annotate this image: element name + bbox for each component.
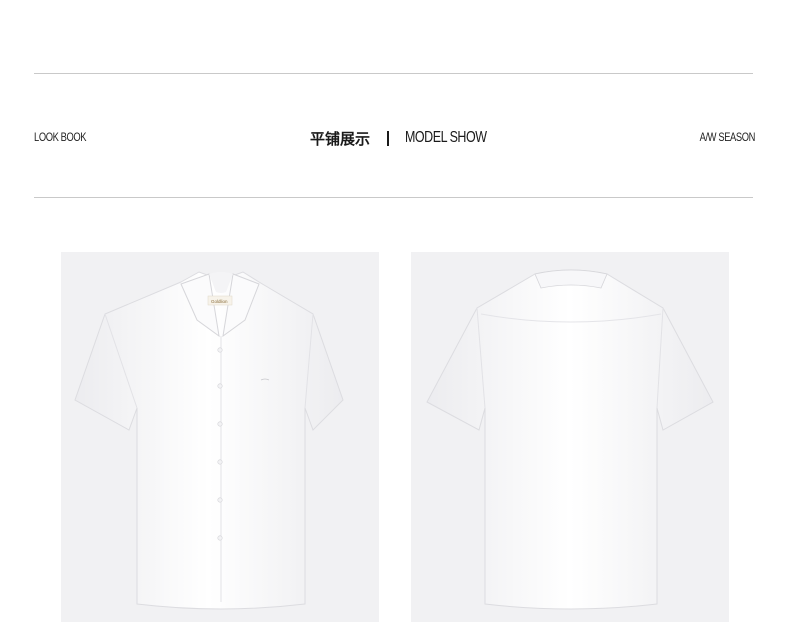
section-header: LOOK BOOK 平铺展示 MODEL SHOW A/W SEASON bbox=[34, 126, 755, 150]
section-title-cn: 平铺展示 bbox=[310, 129, 371, 148]
look-book-label: LOOK BOOK bbox=[34, 130, 87, 144]
top-divider bbox=[34, 73, 753, 74]
section-title: 平铺展示 MODEL SHOW bbox=[310, 126, 510, 150]
bottom-divider bbox=[34, 197, 753, 198]
brand-label-text: Goldlion bbox=[211, 299, 228, 304]
section-title-en: MODEL SHOW bbox=[405, 129, 487, 146]
shirt-back-image bbox=[411, 252, 729, 622]
shirt-front-image: Goldlion bbox=[61, 252, 379, 622]
title-separator bbox=[387, 130, 390, 146]
season-label: A/W SEASON bbox=[699, 130, 756, 144]
